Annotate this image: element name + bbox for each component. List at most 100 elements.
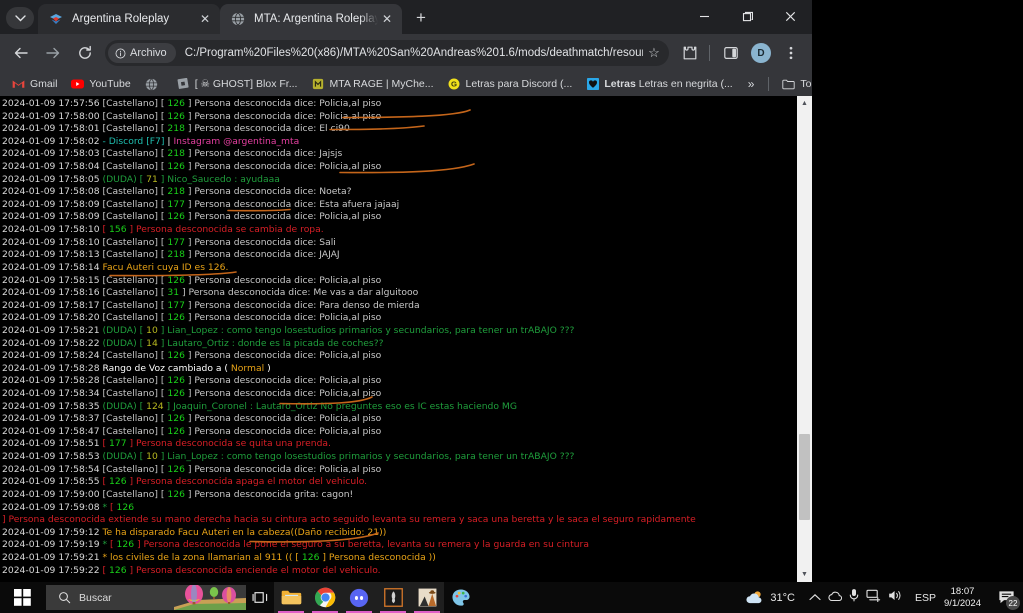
chat-segment: 10 — [146, 324, 158, 336]
chat-segment: 126 — [167, 425, 185, 437]
chat-segment: 2024-01-09 17:58:21 — [2, 324, 103, 336]
chrome-menu-button[interactable] — [777, 39, 805, 67]
chat-segment: 124 — [146, 400, 164, 412]
weather-widget[interactable]: 31°C — [737, 590, 803, 605]
chat-line: 2024-01-09 17:58:20 [Castellano] [ 126 ]… — [2, 312, 797, 325]
close-button[interactable] — [769, 0, 812, 32]
browser-tab-0[interactable]: Argentina Roleplay ✕ — [38, 4, 220, 34]
bookmark-letras-negrita-rest: Letras en negrita (... — [638, 78, 733, 90]
start-button[interactable] — [0, 582, 44, 613]
clock[interactable]: 18:07 9/1/2024 — [942, 586, 989, 609]
bookmark-blox-fruits-label: [ ☠ GHOST] Blox Fr... — [194, 78, 298, 90]
chat-segment: 2024-01-09 17:58:34 — [2, 388, 103, 400]
address-bar[interactable]: Archivo C:/Program%20Files%20(x86)/MTA%2… — [105, 40, 669, 66]
chat-segment: [Castellano] [ — [102, 161, 168, 173]
back-button[interactable] — [7, 39, 35, 67]
chat-segment: 2024-01-09 17:58:35 — [2, 400, 103, 412]
chevron-down-icon — [14, 14, 26, 21]
minimize-button[interactable] — [683, 0, 726, 32]
globe-icon — [230, 11, 246, 27]
chat-segment: ] Persona desconocida dice: Policia,al p… — [184, 375, 382, 387]
taskbar-app-cowboy[interactable] — [410, 582, 444, 613]
chat-segment: [Castellano] [ — [102, 236, 168, 248]
chat-line: 2024-01-09 17:58:03 [Castellano] [ 218 ]… — [2, 148, 797, 161]
chat-segment: ) — [264, 362, 271, 374]
bookmark-letras-discord[interactable]: G Letras para Discord (... — [442, 76, 579, 93]
chat-segment: 2024-01-09 17:58:10 — [2, 224, 103, 236]
bookmark-youtube[interactable]: YouTube — [65, 76, 136, 93]
chat-segment: ] Persona desconocida dice: Sali — [184, 236, 336, 248]
scroll-down-arrow-icon[interactable]: ▼ — [797, 567, 812, 582]
language-indicator[interactable]: ESP — [909, 592, 942, 604]
chat-segment: 2024-01-09 17:58:53 — [2, 451, 103, 463]
bookmark-letras-negrita[interactable]: Letras Letras en negrita (... — [580, 76, 738, 93]
taskbar-right-section: 31°C ESP 18:07 9/1/2024 22 — [737, 582, 1023, 613]
chat-segment: 2024-01-09 17:58:04 — [2, 161, 103, 173]
bookmark-mta-rage[interactable]: MTA RAGE | MyChe... — [305, 76, 439, 93]
chat-segment: Instagram @argentina_mta — [173, 135, 300, 147]
bookmark-mta-rage-label: MTA RAGE | MyChe... — [329, 78, 434, 90]
bookmark-gmail[interactable]: Gmail — [6, 76, 63, 93]
new-tab-button[interactable]: + — [408, 5, 434, 31]
bookmark-star-icon[interactable]: ☆ — [643, 45, 665, 61]
chat-segment: 2024-01-09 17:58:08 — [2, 186, 103, 198]
volume-tray-button[interactable] — [888, 589, 903, 607]
google-g-icon: G — [448, 78, 461, 91]
chat-segment: 126 — [301, 551, 320, 563]
microphone-tray-button[interactable] — [849, 588, 859, 607]
toolbar-divider — [709, 45, 710, 61]
notifications-button[interactable]: 22 — [989, 582, 1023, 613]
clock-date: 9/1/2024 — [944, 597, 981, 609]
chat-segment: (DUDA) [ — [102, 173, 147, 185]
taskbar-app-dark[interactable] — [376, 582, 410, 613]
chat-segment: 2024-01-09 17:58:03 — [2, 148, 103, 160]
gmail-icon — [12, 78, 25, 91]
browser-tab-1-close[interactable]: ✕ — [378, 10, 396, 28]
tab-search-button[interactable] — [6, 7, 34, 29]
profile-button[interactable]: D — [747, 39, 775, 67]
all-bookmarks-button[interactable]: Todos los favoritos — [776, 76, 812, 93]
chat-segment: [Castellano] [ — [102, 211, 168, 223]
bookmarks-overflow-button[interactable]: » — [741, 75, 762, 93]
chat-segment: 71 — [146, 173, 158, 185]
chat-segment: 218 — [167, 186, 185, 198]
chat-segment: [Castellano] [ — [102, 488, 168, 500]
bookmark-letras-negrita-bold: Letras — [604, 78, 636, 90]
onedrive-tray-button[interactable] — [828, 589, 843, 607]
taskbar-app-chrome[interactable] — [308, 582, 342, 613]
bookmark-blox-fruits[interactable]: [ ☠ GHOST] Blox Fr... — [171, 76, 304, 93]
maximize-button[interactable] — [726, 0, 769, 32]
chat-segment: ] Lautaro_Ortiz : donde es la picada de … — [157, 337, 384, 349]
bookmarks-bar: Gmail YouTube [ ☠ GHOST] Blox Fr... MTA … — [0, 72, 812, 96]
show-hidden-icons-button[interactable] — [809, 589, 821, 607]
chat-segment: ] Persona desconocida enciende el motor … — [126, 564, 381, 576]
browser-tab-1[interactable]: MTA: Argentina Roleplay :: 2024 ✕ — [220, 4, 402, 34]
scroll-up-arrow-icon[interactable]: ▲ — [797, 96, 812, 111]
chat-segment: 2024-01-09 17:58:13 — [2, 249, 103, 261]
chat-segment: ] Joaquin_Coronel : Lautaro_Ortiz No pre… — [163, 400, 517, 412]
chat-line: 2024-01-09 17:59:22 [ 126 ] Persona desc… — [2, 565, 797, 578]
page-scrollbar[interactable]: ▲ ▼ — [797, 96, 812, 582]
window-controls — [683, 0, 812, 32]
bookmark-globe[interactable] — [139, 76, 169, 93]
extensions-button[interactable] — [676, 39, 704, 67]
bookmark-youtube-label: YouTube — [89, 78, 131, 90]
chat-line: 2024-01-09 17:58:00 [Castellano] [ 126 ]… — [2, 111, 797, 124]
task-view-button[interactable] — [246, 582, 274, 613]
scrollbar-thumb[interactable] — [799, 434, 810, 520]
chat-segment: ] Persona desconocida dice: Policia,al p… — [184, 388, 382, 400]
search-box[interactable]: Buscar — [46, 585, 246, 610]
side-panel-button[interactable] — [717, 39, 745, 67]
network-tray-button[interactable] — [866, 589, 881, 607]
browser-tab-0-close[interactable]: ✕ — [196, 10, 214, 28]
taskbar-app-paint[interactable] — [444, 582, 478, 613]
forward-button[interactable] — [39, 39, 67, 67]
chat-segment: ] Lian_Lopez : como tengo losestudios pr… — [157, 451, 575, 463]
taskbar-app-discord[interactable] — [342, 582, 376, 613]
chat-segment: 218 — [167, 123, 185, 135]
chat-line: 2024-01-09 17:58:55 [ 126 ] Persona desc… — [2, 476, 797, 489]
taskbar-app-file-explorer[interactable] — [274, 582, 308, 613]
chat-line: 2024-01-09 17:58:28 Rango de Voz cambiad… — [2, 363, 797, 376]
reload-button[interactable] — [71, 39, 99, 67]
file-scheme-chip[interactable]: Archivo — [108, 43, 176, 63]
